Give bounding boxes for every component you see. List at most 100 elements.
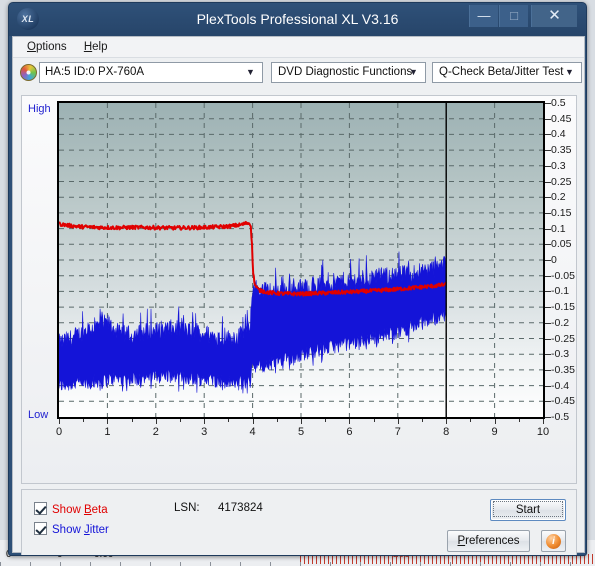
disc-icon (20, 64, 37, 81)
toolbar: HA:5 ID:0 PX-760A ▼ DVD Diagnostic Funct… (13, 58, 584, 87)
x-axis-tick-label: 6 (346, 426, 353, 438)
start-button-label: Start (493, 501, 563, 517)
minimize-button[interactable]: — (469, 5, 498, 27)
lsn-label: LSN: (174, 502, 200, 514)
lsn-value: 4173824 (218, 502, 263, 514)
function-select-value: DVD Diagnostic Functions (278, 66, 413, 78)
x-axis-tick-mark (155, 419, 157, 424)
y-axis-tick-label: 0.1 (551, 222, 566, 235)
y-axis-tick-label: -0.05 (551, 269, 575, 282)
client-area: Options Help HA:5 ID:0 PX-760A ▼ DVD Dia… (12, 36, 585, 555)
chart-canvas (59, 103, 543, 417)
maximize-button[interactable]: □ (499, 5, 528, 27)
close-button[interactable]: ✕ (531, 5, 577, 27)
menu-bar: Options Help (13, 37, 584, 58)
x-axis-minor-tick (131, 419, 133, 422)
x-axis-tick-label: 0 (55, 426, 63, 438)
show-jitter-label-prefix: Show (52, 524, 84, 536)
x-axis-tick-mark (107, 419, 109, 424)
x-axis-tick-mark (543, 419, 544, 424)
x-axis-tick-label: 4 (249, 426, 256, 438)
x-axis-tick-mark (301, 419, 302, 424)
x-axis-tick-mark (397, 419, 399, 424)
y-axis-tick-label: -0.25 (551, 332, 575, 345)
x-axis-tick-mark (494, 419, 496, 424)
x-axis-tick-label: 5 (297, 426, 305, 438)
y-axis-tick-label: 0.3 (551, 159, 566, 172)
x-axis-tick-mark (204, 419, 206, 424)
x-axis-tick-label: 8 (443, 426, 450, 438)
menu-options-label: ptions (35, 41, 67, 53)
start-button[interactable]: Start (490, 499, 566, 521)
test-select[interactable]: Q-Check Beta/Jitter Test ▼ (432, 62, 582, 83)
info-button[interactable]: i (541, 530, 566, 552)
x-axis-minor-tick (470, 419, 472, 422)
show-beta-checkbox[interactable]: Show Beta (34, 502, 108, 516)
x-axis-tick-mark (252, 419, 254, 424)
y-axis-tick-label: 0.15 (551, 206, 572, 219)
application-window: XL PlexTools Professional XL V3.16 — □ ✕… (8, 2, 587, 556)
y-axis-tick-label: -0.3 (551, 348, 570, 361)
x-axis-minor-tick (83, 419, 85, 422)
show-jitter-label-rest: itter (89, 524, 109, 536)
menu-options-mnemonic: O (27, 41, 36, 53)
y-axis-tick-label: 0.05 (551, 238, 572, 251)
y-axis-tick-label: 0.35 (551, 144, 572, 157)
y-axis-tick-label: -0.45 (551, 395, 575, 408)
x-axis-tick-label: 10 (536, 426, 550, 438)
drive-select[interactable]: HA:5 ID:0 PX-760A ▼ (39, 62, 263, 83)
show-jitter-checkbox[interactable]: Show Jitter (34, 522, 109, 536)
y-axis-tick-label: -0.5 (551, 411, 570, 423)
title-bar: XL PlexTools Professional XL V3.16 — □ ✕ (9, 3, 586, 36)
menu-help-label: elp (92, 41, 108, 53)
menu-item-help[interactable]: Help (80, 37, 118, 58)
x-axis-tick-label: 3 (201, 426, 208, 438)
y-axis-tick-label: -0.15 (551, 301, 575, 314)
test-select-value: Q-Check Beta/Jitter Test (439, 66, 564, 78)
y-axis-tick-label: 0.2 (551, 191, 566, 204)
y-axis-tick-label: 0.5 (551, 97, 566, 109)
y-axis-tick-label: -0.1 (551, 285, 570, 298)
x-axis-minor-tick (276, 419, 278, 422)
checkbox-icon[interactable] (34, 502, 47, 515)
checkbox-icon[interactable] (34, 522, 47, 535)
x-axis-minor-tick (228, 419, 230, 422)
x-axis-minor-tick (373, 419, 375, 422)
axis-label-high: High (28, 103, 51, 115)
info-icon: i (546, 534, 561, 549)
y-axis-tick-label: 0.45 (551, 112, 572, 125)
y-axis-tick-label: 0 (551, 254, 557, 266)
x-axis-minor-tick (180, 419, 181, 422)
show-beta-mnemonic: B (83, 504, 92, 516)
x-axis-tick-label: 7 (394, 426, 401, 438)
x-axis-tick-mark (446, 419, 448, 424)
x-axis-minor-tick (422, 419, 423, 422)
drive-select-value: HA:5 ID:0 PX-760A (45, 66, 145, 78)
x-axis-tick-label: 9 (491, 426, 498, 438)
y-axis-tick-label: -0.4 (551, 379, 570, 392)
preferences-label: references (465, 535, 520, 547)
y-axis-tick-label: -0.35 (551, 363, 575, 376)
y-axis-tick-label: -0.2 (551, 316, 570, 329)
chevron-down-icon: ▼ (409, 67, 418, 77)
y-axis-tick-label: 0.25 (551, 175, 572, 188)
axis-label-low: Low (28, 409, 49, 421)
x-axis-minor-tick (325, 419, 327, 422)
x-axis-tick-mark (349, 419, 351, 424)
preferences-button[interactable]: Preferences (447, 530, 530, 552)
graph-panel: High Low 0.5 0.45 0.4 0.35 0.3 0.25 0.2 0.15 0.1… (21, 95, 577, 484)
show-beta-label-rest: eta (91, 504, 108, 516)
x-axis-tick-label: 1 (104, 426, 111, 438)
chevron-down-icon: ▼ (565, 67, 574, 77)
show-beta-label-prefix: Show (52, 504, 84, 516)
chevron-down-icon: ▼ (246, 67, 255, 77)
chart-plot-area[interactable] (57, 101, 545, 419)
menu-help-mnemonic: H (83, 41, 93, 53)
x-axis-tick-label: 2 (152, 426, 159, 438)
x-axis-minor-tick (518, 419, 520, 422)
preferences-mnemonic: P (457, 535, 466, 547)
menu-item-options[interactable]: Options (23, 37, 77, 58)
function-select[interactable]: DVD Diagnostic Functions ▼ (271, 62, 426, 83)
x-axis-tick-mark (59, 419, 60, 424)
controls-panel: Show Beta Show Jitter LSN: 4173824 Start… (21, 489, 577, 555)
